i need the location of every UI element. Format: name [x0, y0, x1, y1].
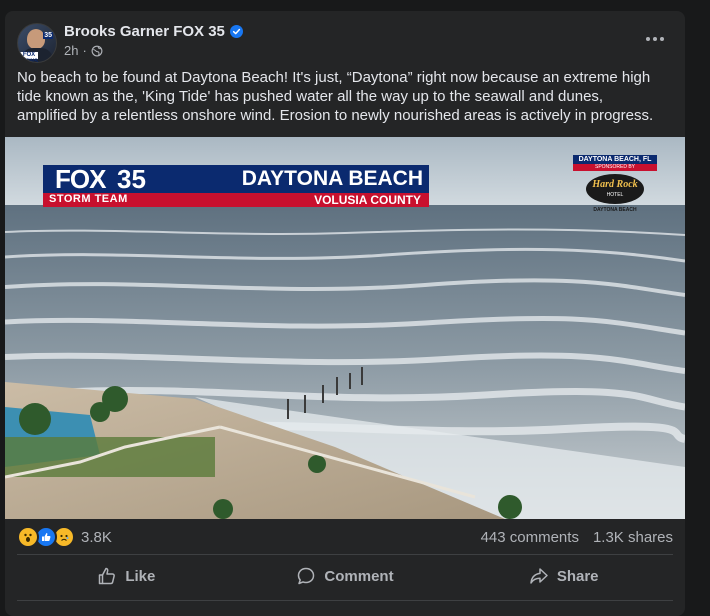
more-options-icon[interactable] — [643, 31, 667, 47]
comment-button[interactable]: Comment — [236, 558, 455, 594]
post-text: No beach to be found at Daytona Beach! I… — [17, 69, 654, 124]
subhead-text: VOLUSIA COUNTY — [314, 193, 421, 207]
post-meta: 2h · — [64, 43, 103, 58]
post-time[interactable]: 2h — [64, 43, 78, 58]
author-name[interactable]: Brooks Garner FOX 35 — [64, 23, 225, 40]
actions-divider — [17, 554, 673, 555]
storm-team-label: STORM TEAM — [49, 193, 128, 205]
corner-sponsor: DAYTONA BEACH, FL SPONSORED BY Hard Rock… — [573, 155, 657, 225]
speech-bubble-icon — [298, 567, 315, 585]
more-dot — [660, 37, 664, 41]
hard-rock-hotel: HOTEL — [606, 192, 624, 198]
avatar-badge: 35 — [43, 32, 53, 39]
corner-location: DAYTONA BEACH, FL — [573, 155, 657, 164]
like-label: Like — [125, 567, 156, 585]
share-arrow-icon — [530, 568, 548, 584]
facebook-post: FOX NEWS 35 Brooks Garner FOX 35 2h · No — [5, 11, 685, 616]
hard-rock-logo: Hard Rock HOTEL — [586, 174, 644, 204]
more-dot — [653, 37, 657, 41]
fox-logo-text: FOX — [55, 164, 106, 194]
post-video[interactable]: FOX 35 STORM TEAM DAYTONA BEACH VOLUSIA … — [5, 137, 685, 519]
avatar-tag: FOX NEWS — [20, 52, 38, 63]
shares-count[interactable]: 1.3K shares — [593, 529, 673, 546]
more-dot — [646, 37, 650, 41]
avatar[interactable]: FOX NEWS 35 — [17, 23, 57, 63]
fox-logo-box: FOX 35 STORM TEAM — [43, 164, 167, 207]
reactions-summary[interactable]: 3.8K — [17, 526, 112, 548]
bottom-divider — [17, 600, 673, 601]
engagement-counts: 443 comments 1.3K shares — [481, 529, 673, 546]
thumbs-up-icon — [99, 567, 116, 585]
author-name-row: Brooks Garner FOX 35 — [64, 23, 243, 40]
share-label: Share — [556, 567, 599, 585]
wow-reaction-icon — [17, 526, 39, 548]
post-stats: 3.8K 443 comments 1.3K shares — [5, 521, 685, 551]
share-button[interactable]: Share — [454, 558, 673, 594]
meta-separator: · — [82, 43, 87, 58]
verified-badge-icon — [229, 25, 243, 38]
comments-count[interactable]: 443 comments — [481, 529, 579, 546]
fox-logo-number: 35 — [117, 164, 146, 194]
headline-bar: DAYTONA BEACH VOLUSIA COUNTY — [167, 165, 429, 207]
corner-sponsored-by: SPONSORED BY — [573, 164, 657, 171]
post-header: FOX NEWS 35 Brooks Garner FOX 35 2h · — [5, 11, 685, 69]
headline-text: DAYTONA BEACH — [241, 167, 423, 190]
globe-icon[interactable] — [91, 45, 103, 57]
like-button[interactable]: Like — [17, 558, 236, 594]
corner-location-bottom: DAYTONA BEACH — [593, 207, 637, 213]
comment-label: Comment — [324, 567, 394, 585]
action-bar: Like Comment Share — [17, 558, 673, 594]
reaction-count: 3.8K — [81, 528, 112, 546]
hard-rock-brand: Hard Rock — [592, 179, 638, 190]
